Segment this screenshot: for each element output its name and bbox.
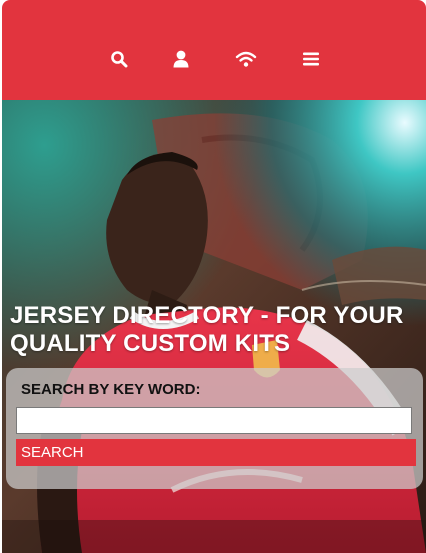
user-icon[interactable]: [170, 48, 192, 70]
search-button[interactable]: SEARCH: [16, 439, 416, 466]
page: JERSEY DIRECTORY - FOR YOUR QUALITY CUST…: [2, 0, 426, 553]
search-panel: SEARCH BY KEY WORD: SEARCH: [6, 368, 423, 489]
wifi-icon[interactable]: [235, 48, 257, 70]
site-header: [2, 0, 426, 100]
search-input[interactable]: [16, 407, 412, 434]
hero-headline: JERSEY DIRECTORY - FOR YOUR QUALITY CUST…: [10, 302, 404, 357]
menu-icon[interactable]: [300, 48, 322, 70]
hero-banner: JERSEY DIRECTORY - FOR YOUR QUALITY CUST…: [2, 100, 426, 553]
search-label: SEARCH BY KEY WORD:: [21, 381, 201, 398]
search-icon[interactable]: [108, 48, 130, 70]
